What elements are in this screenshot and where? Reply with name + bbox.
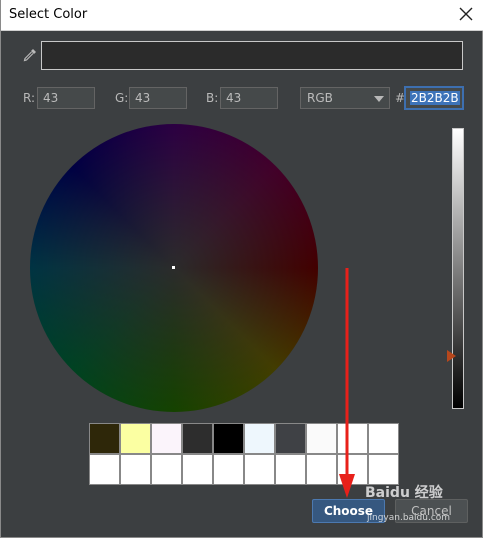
color-picker-dialog: Select Color R: G: B: RGB # 2B2B2B Choos…: [0, 0, 483, 538]
color-wheel-cursor[interactable]: [172, 266, 175, 269]
color-swatch[interactable]: [276, 455, 305, 484]
color-swatch[interactable]: [214, 424, 243, 453]
green-field[interactable]: [129, 87, 187, 109]
color-swatch[interactable]: [183, 424, 212, 453]
color-swatch[interactable]: [307, 455, 336, 484]
close-icon[interactable]: [456, 4, 476, 24]
color-swatch[interactable]: [152, 424, 181, 453]
watermark-url: jingyan.baidu.com: [367, 513, 451, 523]
chevron-down-icon: [374, 96, 384, 102]
annotation-arrow: [339, 268, 355, 498]
blue-label: B:: [206, 91, 219, 105]
hex-value: 2B2B2B: [410, 91, 460, 105]
dialog-title: Select Color: [9, 7, 88, 22]
color-swatch[interactable]: [214, 455, 243, 484]
red-label: R:: [23, 91, 36, 105]
title-bar: Select Color: [1, 0, 483, 31]
hex-field[interactable]: 2B2B2B: [404, 86, 464, 110]
eyedropper-icon[interactable]: [22, 47, 38, 63]
color-swatch[interactable]: [245, 455, 274, 484]
color-swatch[interactable]: [90, 455, 119, 484]
color-swatch[interactable]: [183, 455, 212, 484]
color-preview: [41, 41, 463, 70]
brightness-slider[interactable]: [452, 128, 464, 409]
color-swatch[interactable]: [152, 455, 181, 484]
blue-field[interactable]: [220, 87, 278, 109]
green-label: G:: [115, 91, 129, 105]
color-swatch[interactable]: [276, 424, 305, 453]
brightness-slider-handle[interactable]: [447, 349, 456, 362]
color-swatch[interactable]: [307, 424, 336, 453]
color-mode-select[interactable]: RGB: [300, 87, 390, 109]
color-swatch[interactable]: [90, 424, 119, 453]
color-swatch[interactable]: [121, 455, 150, 484]
color-swatch[interactable]: [369, 455, 398, 484]
watermark-brand: Baidu 经验: [365, 485, 443, 501]
color-swatch[interactable]: [121, 424, 150, 453]
color-mode-value: RGB: [307, 91, 333, 105]
red-field[interactable]: [37, 87, 95, 109]
color-swatch[interactable]: [369, 424, 398, 453]
color-swatch[interactable]: [245, 424, 274, 453]
